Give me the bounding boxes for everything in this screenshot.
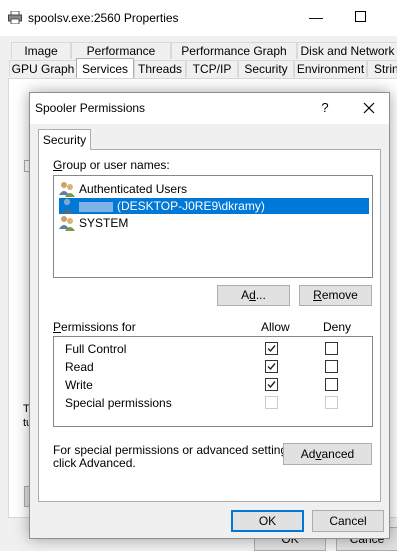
check-icon: [267, 345, 276, 353]
users-group-icon: [59, 215, 77, 231]
security-tab-panel: Group or user names: Authenticated Users: [38, 149, 381, 502]
deny-write-checkbox[interactable]: [325, 378, 338, 391]
permissions-list: Full Control Read Write Special permissi…: [53, 336, 373, 427]
user-icon: [59, 198, 77, 214]
dialog-title: Spooler Permissions: [35, 101, 146, 115]
tab-tcp-ip[interactable]: TCP/IP: [186, 60, 238, 77]
close-icon: [363, 102, 375, 114]
permission-full-control: Full Control: [65, 342, 127, 356]
tab-disk-and-network[interactable]: Disk and Network: [297, 42, 397, 59]
cancel-button[interactable]: Cancel: [312, 510, 384, 532]
check-icon: [267, 381, 276, 389]
close-button[interactable]: [358, 98, 380, 118]
permission-write: Write: [65, 378, 93, 392]
maximize-button[interactable]: [350, 6, 372, 28]
advanced-note-line2: click Advanced.: [53, 456, 136, 470]
list-item-selected-user[interactable]: (DESKTOP-J0RE9\dkramy): [59, 198, 369, 214]
tab-security-dialog[interactable]: Security: [38, 129, 91, 150]
user-name: SYSTEM: [79, 216, 129, 230]
tab-performance[interactable]: Performance: [71, 42, 171, 59]
allow-column-header: Allow: [261, 320, 290, 334]
minimize-button[interactable]: —: [305, 6, 327, 28]
users-group-icon: [59, 181, 77, 197]
list-item-system[interactable]: SYSTEM: [59, 215, 369, 231]
redacted-name: [79, 201, 113, 212]
group-or-user-names-label: Group or user names:: [53, 158, 170, 172]
deny-column-header: Deny: [323, 320, 352, 334]
properties-title-bar: spoolsv.exe:2560 Properties —: [0, 0, 397, 36]
help-button[interactable]: ?: [315, 98, 335, 118]
permissions-for-label: Permissions for: [53, 320, 136, 334]
tab-image[interactable]: Image: [11, 42, 71, 59]
properties-window-title: spoolsv.exe:2560 Properties: [28, 11, 179, 25]
spooler-permissions-dialog: Spooler Permissions ? Security Group or …: [29, 92, 390, 539]
tab-performance-graph[interactable]: Performance Graph: [171, 42, 297, 59]
deny-read-checkbox[interactable]: [325, 360, 338, 373]
add-button[interactable]: Ad...: [217, 285, 290, 306]
maximize-icon: [355, 11, 366, 22]
tab-strings[interactable]: Strin: [367, 60, 397, 77]
tab-environment[interactable]: Environment: [294, 60, 367, 77]
permission-special: Special permissions: [65, 396, 172, 410]
allow-special-checkbox: [265, 396, 278, 409]
printer-icon: [8, 10, 22, 25]
tab-threads[interactable]: Threads: [134, 60, 186, 77]
tab-security[interactable]: Security: [238, 60, 294, 77]
allow-read-checkbox[interactable]: [265, 360, 278, 373]
ok-button[interactable]: OK: [231, 510, 304, 532]
allow-full-control-checkbox[interactable]: [265, 342, 278, 355]
list-item-authenticated-users[interactable]: Authenticated Users: [59, 181, 369, 197]
deny-full-control-checkbox[interactable]: [325, 342, 338, 355]
allow-write-checkbox[interactable]: [265, 378, 278, 391]
dialog-title-bar: Spooler Permissions ?: [30, 93, 389, 124]
tab-services[interactable]: Services: [76, 58, 134, 78]
advanced-note-line1: For special permissions or advanced sett…: [53, 443, 297, 457]
deny-special-checkbox: [325, 396, 338, 409]
group-user-list[interactable]: Authenticated Users (DESKTOP-J0RE9\dkram…: [53, 175, 373, 278]
user-name: Authenticated Users: [79, 182, 188, 196]
tab-gpu-graph[interactable]: GPU Graph: [9, 60, 77, 77]
user-name: (DESKTOP-J0RE9\dkramy): [79, 198, 265, 214]
permission-read: Read: [65, 360, 94, 374]
check-icon: [267, 363, 276, 371]
remove-button[interactable]: Remove: [299, 285, 372, 306]
advanced-button[interactable]: Advanced: [283, 443, 372, 465]
